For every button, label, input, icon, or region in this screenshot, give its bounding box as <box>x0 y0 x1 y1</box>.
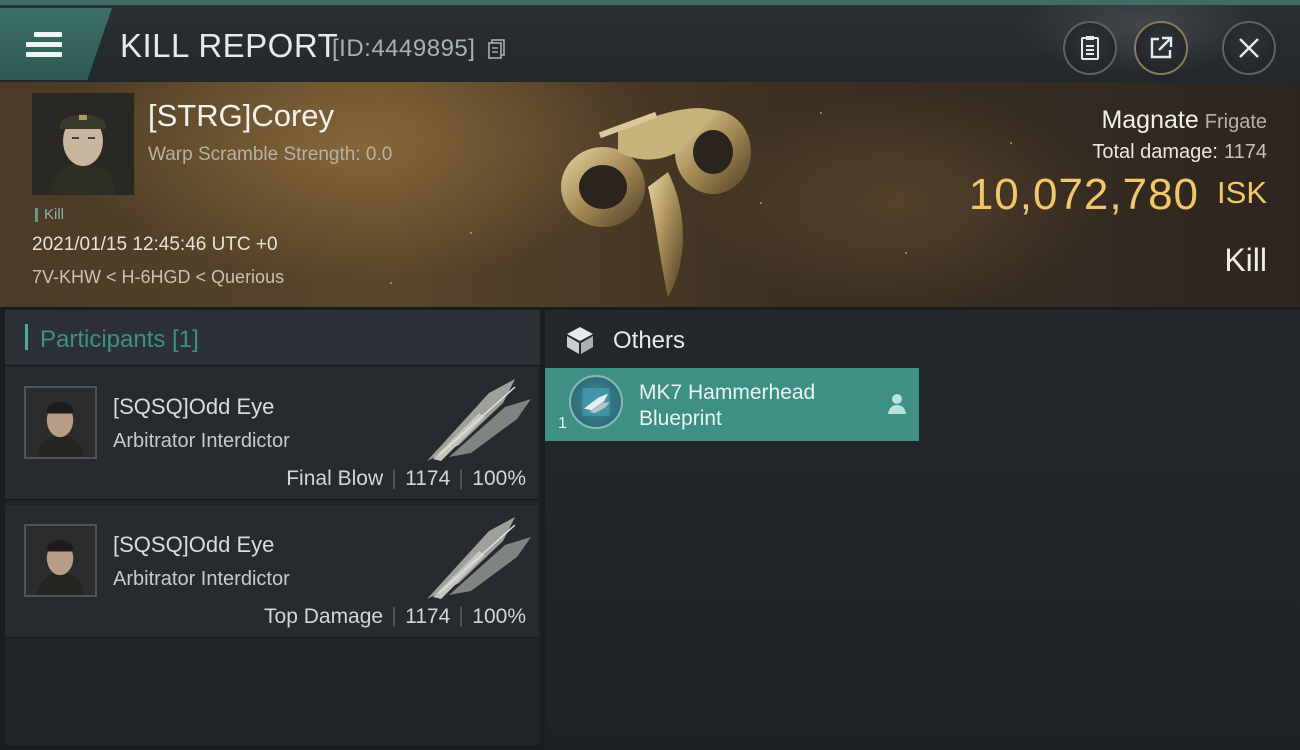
damage-value: 1174 <box>1223 141 1267 163</box>
participant-ship-image <box>427 379 531 461</box>
share-button[interactable] <box>1134 21 1188 75</box>
total-damage: Total damage: 1174 <box>1092 141 1267 164</box>
close-icon <box>1239 38 1259 58</box>
victim-avatar[interactable] <box>32 93 134 195</box>
report-id: [ID:4449895] <box>332 35 476 62</box>
warp-scramble-strength: Warp Scramble Strength: 0.0 <box>148 144 393 165</box>
victim-ship: Magnate Frigate <box>1101 106 1267 135</box>
close-button[interactable] <box>1222 21 1276 75</box>
menu-icon <box>26 32 62 58</box>
ship-class: Frigate <box>1204 111 1267 133</box>
clipboard-icon <box>1081 36 1099 60</box>
person-icon <box>888 394 906 414</box>
page-title: KILL REPORT <box>120 27 339 64</box>
participants-panel: Participants [1] [SQSQ]Odd Eye Arbitrato… <box>5 310 540 745</box>
menu-button[interactable] <box>0 8 112 80</box>
copy-icon[interactable] <box>488 39 506 59</box>
loot-item-image <box>569 375 623 429</box>
cube-icon <box>567 327 593 354</box>
isk-amount: 10,072,780 <box>968 170 1200 219</box>
isk-value: 10,072,780 ISK <box>969 170 1267 220</box>
victim-name: [STRG]Corey <box>148 98 335 133</box>
others-title: Others <box>613 327 686 354</box>
participant-percent: 100% <box>472 467 526 490</box>
damage-label: Total damage: <box>1092 141 1218 163</box>
victim-banner: [STRG]Corey Warp Scramble Strength: 0.0 … <box>0 82 1300 307</box>
kill-location: 7V-KHW < H-6HGD < Querious <box>32 267 285 287</box>
participant-row[interactable]: [SQSQ]Odd Eye Arbitrator Interdictor Fin… <box>5 367 538 500</box>
others-header: Others <box>545 310 1300 368</box>
participant-avatar[interactable] <box>24 386 97 459</box>
kill-result: Kill <box>1224 242 1267 278</box>
ship-name: Magnate <box>1101 106 1199 134</box>
participant-stats: Top Damage 1174 100% <box>264 605 526 629</box>
participant-row[interactable]: [SQSQ]Odd Eye Arbitrator Interdictor Top… <box>5 505 538 638</box>
participant-role: Top Damage <box>264 605 384 628</box>
loot-item[interactable]: 1 MK7 Hammerhead Blueprint <box>545 368 919 441</box>
participant-name: [SQSQ]Odd Eye <box>113 532 275 557</box>
others-panel: Others 1 MK7 Hammerhead Blueprint <box>545 310 1300 750</box>
participant-percent: 100% <box>472 605 526 628</box>
participant-role: Final Blow <box>286 467 384 490</box>
share-icon <box>1150 36 1173 59</box>
isk-unit: ISK <box>1217 175 1267 210</box>
victim-ship-image <box>561 108 751 297</box>
participant-damage: 1174 <box>405 605 451 628</box>
participant-name: [SQSQ]Odd Eye <box>113 394 275 419</box>
clipboard-button[interactable] <box>1063 21 1117 75</box>
loot-item-name: MK7 Hammerhead Blueprint <box>639 381 816 430</box>
kill-timestamp: 2021/01/15 12:45:46 UTC +0 <box>32 234 278 255</box>
participant-ship: Arbitrator Interdictor <box>113 430 290 452</box>
participants-title: Participants [1] <box>40 326 199 353</box>
participants-header: Participants [1] <box>5 310 540 366</box>
kill-tag-label: Kill <box>44 206 65 223</box>
participant-stats: Final Blow 1174 100% <box>286 467 526 491</box>
participant-ship: Arbitrator Interdictor <box>113 568 290 590</box>
participant-ship-image <box>427 517 531 599</box>
top-bar: KILL REPORT [ID:4449895] <box>0 0 1300 87</box>
loot-item-quantity: 1 <box>558 415 567 432</box>
participant-avatar[interactable] <box>24 524 97 597</box>
kill-tag: Kill <box>35 206 64 223</box>
participant-damage: 1174 <box>405 467 451 490</box>
